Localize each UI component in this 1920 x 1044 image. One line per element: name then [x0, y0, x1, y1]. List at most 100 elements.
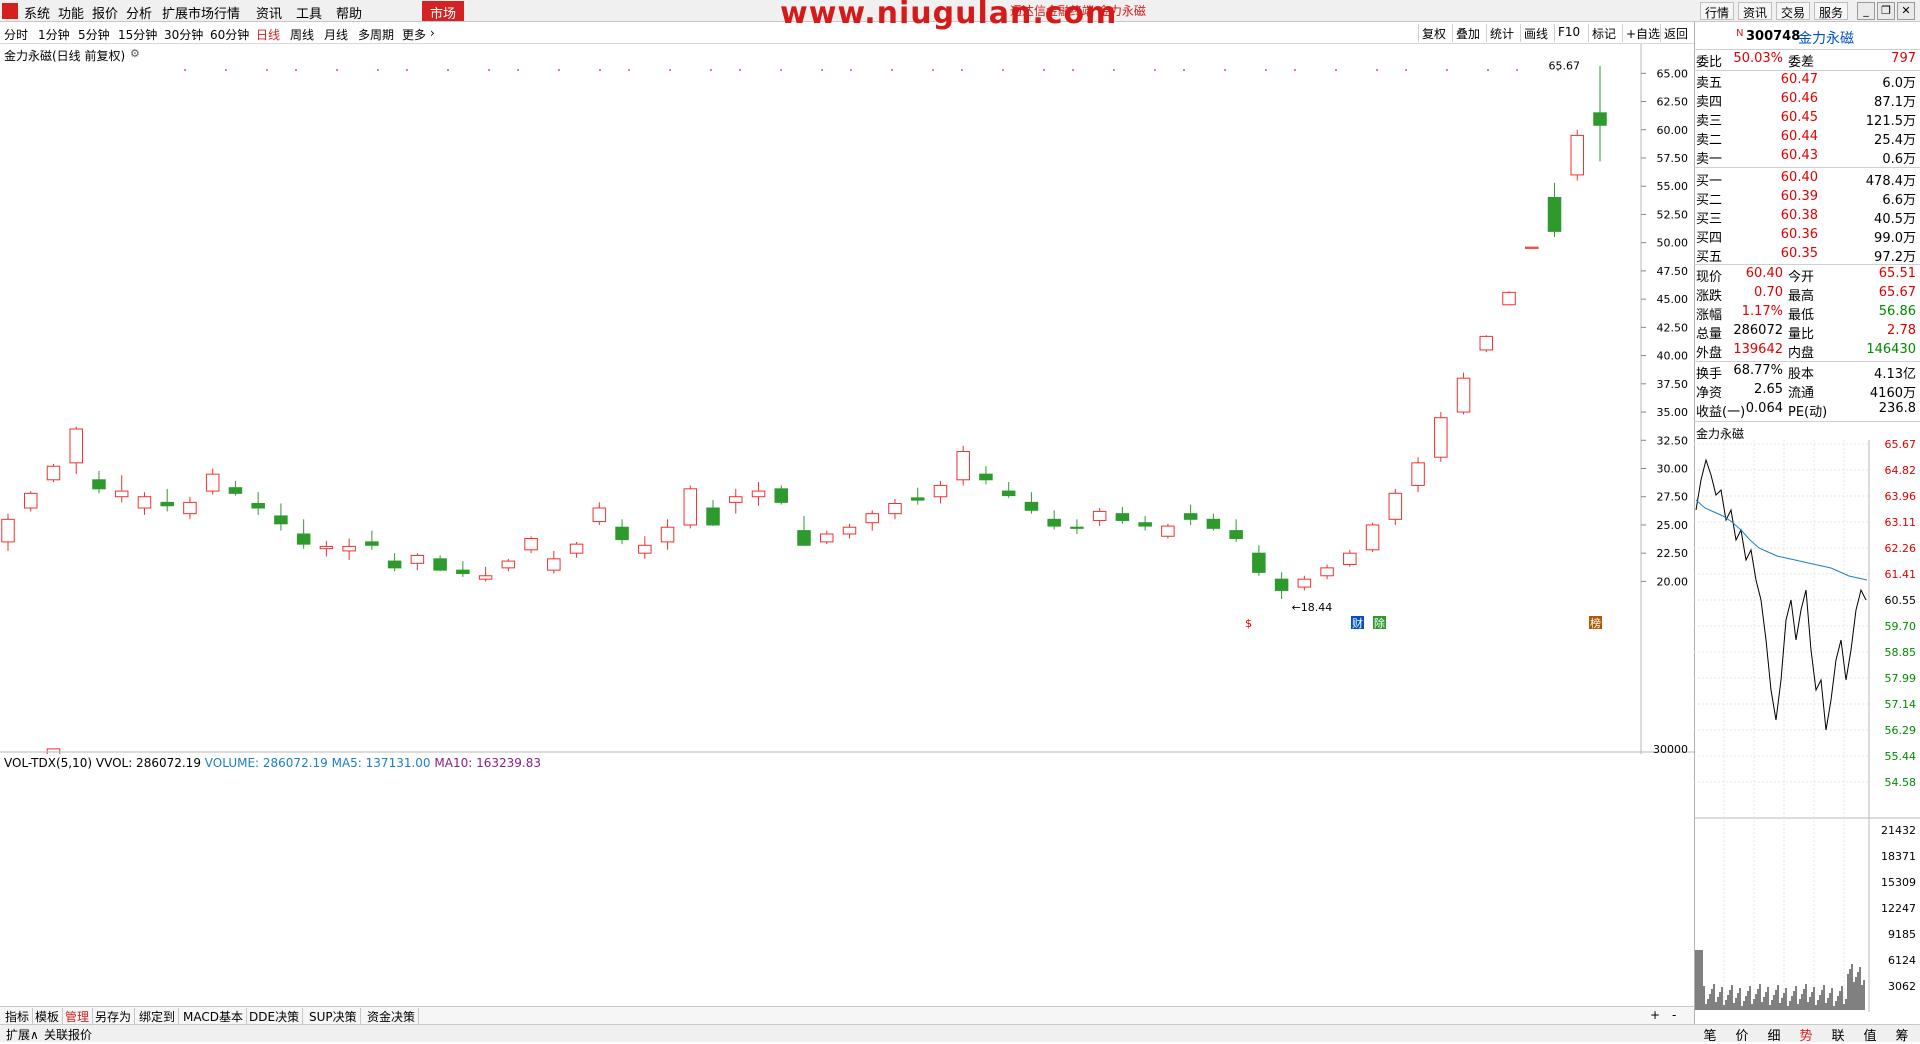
tab-sup-decision[interactable]: SUP决策 [306, 1008, 361, 1025]
candle[interactable] [1411, 462, 1425, 486]
candle[interactable] [1138, 522, 1152, 527]
candle[interactable] [1047, 518, 1061, 527]
service-button[interactable]: 服务 [1814, 2, 1849, 20]
candle[interactable] [683, 488, 698, 526]
candle[interactable] [1161, 525, 1175, 537]
candle[interactable] [228, 487, 243, 494]
period-timeshare[interactable]: 分时 [4, 26, 28, 43]
candle[interactable] [1, 518, 15, 543]
candle[interactable] [1092, 510, 1107, 521]
tab-bind-to[interactable]: 绑定到 [136, 1008, 180, 1025]
tab-template[interactable]: 模板 [32, 1008, 64, 1025]
candle[interactable] [751, 490, 766, 498]
candle[interactable] [1434, 417, 1448, 458]
candle[interactable] [342, 545, 356, 552]
stats-button[interactable]: 统计 [1486, 24, 1517, 42]
candle[interactable] [365, 541, 379, 546]
candle[interactable] [183, 501, 197, 515]
candle[interactable] [456, 569, 470, 575]
expand-toggle[interactable]: 扩展∧ [2, 1026, 43, 1043]
event-marker[interactable]: 财 [1352, 616, 1363, 630]
menu-news[interactable]: 资讯 [256, 3, 282, 22]
candle[interactable] [205, 473, 220, 492]
candle[interactable] [1001, 490, 1016, 497]
menu-system[interactable]: 系统 [24, 3, 50, 22]
sell-level-row[interactable]: 卖一 60.43 0.6万 [1696, 148, 1918, 167]
period-60min[interactable]: 60分钟 [210, 26, 249, 43]
candle[interactable] [137, 496, 152, 509]
candle[interactable] [296, 533, 311, 545]
menu-extended-market[interactable]: 扩展市场行情 [162, 3, 240, 22]
candle[interactable] [1593, 112, 1607, 126]
add-watchlist-button[interactable]: +自选 [1622, 24, 1663, 42]
intraday-mini-chart[interactable]: 65.67 64.82 63.96 63.11 62.26 61.41 60.55 59.70… [1694, 440, 1920, 1012]
candle[interactable] [1479, 335, 1494, 351]
candle[interactable] [69, 428, 83, 464]
period-15min[interactable]: 15分钟 [118, 26, 157, 43]
candle[interactable] [1274, 578, 1289, 591]
candle[interactable] [433, 558, 447, 571]
tab-macd-basic[interactable]: MACD基本 [180, 1008, 247, 1025]
tab-related[interactable]: 联 [1822, 1025, 1854, 1044]
candle[interactable] [819, 533, 834, 543]
menu-tools[interactable]: 工具 [296, 3, 322, 22]
period-5min[interactable]: 5分钟 [78, 26, 110, 43]
chevron-right-icon[interactable]: › [430, 26, 435, 40]
candle[interactable] [1547, 197, 1562, 232]
candle[interactable] [592, 507, 607, 523]
candle[interactable] [160, 501, 174, 507]
event-marker[interactable]: 榜 [1590, 616, 1601, 630]
period-weekly[interactable]: 周线 [290, 26, 314, 43]
candle[interactable] [1570, 134, 1585, 176]
news-button[interactable]: 资讯 [1738, 2, 1773, 20]
quote-button[interactable]: 行情 [1700, 2, 1735, 20]
sell-level-row[interactable]: 卖二 60.44 25.4万 [1696, 129, 1918, 148]
buy-level-row[interactable]: 买四 60.36 99.0万 [1696, 227, 1918, 246]
menu-quote[interactable]: 报价 [92, 3, 118, 22]
candle[interactable] [842, 526, 857, 535]
menu-function[interactable]: 功能 [58, 3, 84, 22]
back-button[interactable]: 返回 [1660, 24, 1691, 42]
candle[interactable] [1365, 524, 1380, 551]
candle[interactable] [274, 515, 288, 525]
candle[interactable] [46, 465, 61, 481]
candle[interactable] [910, 497, 925, 501]
candle[interactable] [1024, 501, 1039, 511]
restore-icon[interactable]: ❐ [1877, 2, 1895, 20]
candle[interactable] [956, 451, 970, 481]
candle[interactable] [933, 484, 948, 498]
adjust-button[interactable]: 复权 [1418, 24, 1449, 42]
candle[interactable] [501, 560, 516, 569]
candle[interactable] [1070, 526, 1084, 529]
volume-bar[interactable] [46, 748, 61, 754]
tab-detail[interactable]: 细 [1758, 1025, 1790, 1044]
candle[interactable] [1206, 518, 1221, 529]
menu-analysis[interactable]: 分析 [126, 3, 152, 22]
candle[interactable] [706, 507, 720, 526]
candle[interactable] [1297, 578, 1312, 588]
candle[interactable] [1525, 246, 1539, 249]
tab-trades[interactable]: 笔 [1694, 1025, 1726, 1044]
candle[interactable] [524, 538, 538, 551]
candle[interactable] [979, 473, 993, 481]
tab-dde-decision[interactable]: DDE决策 [246, 1008, 304, 1025]
candle[interactable] [1252, 552, 1266, 573]
zoom-out-button[interactable]: - [1672, 1008, 1676, 1022]
buy-level-row[interactable]: 买二 60.39 6.6万 [1696, 189, 1918, 208]
tab-fund-decision[interactable]: 资金决策 [364, 1008, 420, 1025]
draw-button[interactable]: 画线 [1520, 24, 1551, 42]
market-button[interactable]: 市场 [422, 1, 465, 22]
zoom-in-button[interactable]: + [1650, 1008, 1660, 1022]
event-marker[interactable]: 除 [1374, 616, 1385, 630]
candle[interactable] [615, 526, 629, 541]
candle[interactable] [1343, 552, 1357, 565]
kline-chart[interactable]: 65.00 62.50 60.00 57.50 55.00 52.50 50.00 47.50… [0, 44, 1694, 754]
candle[interactable] [92, 479, 106, 490]
f10-button[interactable]: F10 [1554, 24, 1583, 42]
minimize-icon[interactable]: _ [1857, 2, 1875, 20]
candle[interactable] [1502, 291, 1516, 306]
candle[interactable] [1456, 377, 1471, 413]
period-30min[interactable]: 30分钟 [164, 26, 203, 43]
candle[interactable] [569, 543, 584, 554]
settings-gear-icon[interactable]: ⚙ [130, 47, 140, 60]
